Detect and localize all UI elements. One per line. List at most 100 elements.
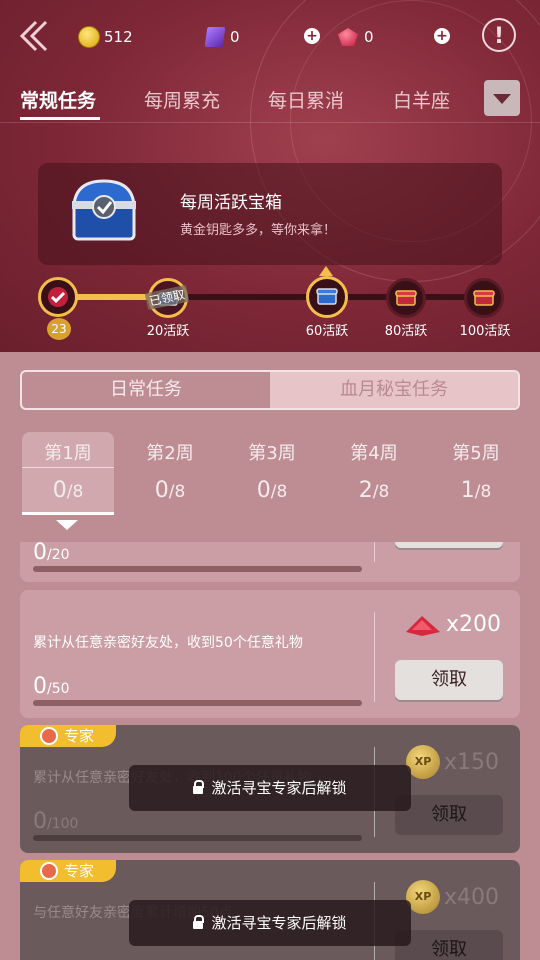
task-progress: 0/100 [33,809,78,834]
reward-amount: x200 [446,612,502,637]
task-progress-bar [33,835,362,841]
week-done: 2 [358,478,373,503]
claim-button[interactable]: 领取 [395,930,503,960]
week-name: 第4周 [350,443,398,464]
week-tab-4[interactable]: 第4周 2/8 [328,432,420,514]
week-name: 第5周 [452,443,500,464]
chest-description: 黄金钥匙多多，等你来拿！ [180,223,337,238]
red-chest-icon [395,290,417,306]
task-reward: XP x150 [406,745,499,779]
reward-amount: x400 [444,884,500,910]
week-total: /8 [474,482,492,502]
week-name: 第2周 [146,443,194,464]
task-list[interactable]: 0/20 领取 累计从任意亲密好友处，收到50个任意礼物 0/50 x200 领… [0,542,540,960]
add-red-button[interactable]: + [434,28,450,44]
treasure-chest-icon [72,179,136,241]
lock-icon [193,780,205,794]
week-total: /8 [270,482,288,502]
purple-resource: 0 [204,26,240,48]
lock-icon [193,915,205,929]
red-resource: 0 [338,26,374,48]
milestone-100[interactable] [464,278,504,318]
task-progress-done: 0 [33,674,47,699]
claim-button[interactable]: 领取 [395,660,503,700]
week-total: /8 [66,482,84,502]
check-icon [48,287,68,307]
gold-resource: 512 [78,26,133,48]
current-activity-marker [38,277,78,317]
weekly-chest-card[interactable]: 每周活跃宝箱 黄金钥匙多多，等你来拿！ [38,163,502,265]
task-reward: XP x400 [406,880,499,914]
expert-tag: 专家 [20,860,116,882]
milestone-60[interactable] [306,276,348,318]
current-activity-badge: 23 [47,318,71,340]
active-week-underline [22,512,114,515]
active-tab-underline [20,117,100,120]
lock-message: 激活寻宝专家后解锁 [211,779,347,797]
purple-amount: 0 [230,28,240,46]
task-item: 0/20 领取 [20,542,520,582]
task-item: 累计从任意亲密好友处，收到50个任意礼物 0/50 x200 领取 [20,590,520,718]
task-progress-done: 0 [33,542,47,565]
divider [22,467,114,468]
divider [374,542,375,562]
medal-icon [40,727,58,745]
week-name: 第3周 [248,443,296,464]
expert-tag-label: 专家 [64,862,95,880]
week-tab-5[interactable]: 第5周 1/8 [430,432,522,514]
milestone-label: 60活跃 [305,324,349,339]
task-progress: 0/20 [33,542,70,565]
task-progress: 0/50 [33,674,70,699]
week-progress: 0/8 [22,478,114,503]
red-amount: 0 [364,28,374,46]
chest-title: 每周活跃宝箱 [180,193,282,213]
blue-chest-icon [316,288,338,305]
xp-icon: XP [406,745,440,779]
tab-regular-tasks[interactable]: 常规任务 [20,86,96,113]
week-tab-2[interactable]: 第2周 0/8 [124,432,216,514]
task-description: 累计从任意亲密好友处，收到50个任意礼物 [33,635,303,651]
week-total: /8 [168,482,186,502]
task-progress-bar [33,566,362,572]
category-tabs: 常规任务 每周累充 每日累消 白羊座 [0,80,540,124]
claim-button[interactable]: 领取 [395,542,503,548]
week-name: 第1周 [44,443,92,464]
red-chest-icon [473,290,495,306]
segment-blood-moon-tasks[interactable]: 血月秘宝任务 [270,372,518,408]
status-bar: 512 0 + 0 + ! [0,0,540,76]
medal-icon [40,862,58,880]
milestone-label: 80活跃 [384,324,428,339]
info-icon[interactable]: ! [482,18,516,52]
week-done: 0 [154,478,169,503]
week-tab-3[interactable]: 第3周 0/8 [226,432,318,514]
reward-amount: x150 [444,749,500,775]
task-progress-goal: /50 [47,681,70,697]
gold-coin-icon [78,26,100,48]
add-purple-button[interactable]: + [304,28,320,44]
tabs-dropdown-button[interactable] [484,80,520,116]
locked-overlay: 激活寻宝专家后解锁 [129,900,411,946]
active-week-pointer [56,520,78,530]
divider [0,122,540,123]
divider [374,612,375,702]
segment-daily-tasks[interactable]: 日常任务 [22,372,270,408]
back-icon[interactable] [16,18,52,54]
week-progress: 1/8 [430,478,522,503]
purple-ticket-icon [204,27,226,47]
tab-daily-spend[interactable]: 每日累消 [268,86,344,113]
week-total: /8 [372,482,390,502]
expert-tag: 专家 [20,725,116,747]
lock-message: 激活寻宝专家后解锁 [211,914,347,932]
claim-button[interactable]: 领取 [395,795,503,835]
red-gem-icon [338,28,358,46]
task-progress-goal: /20 [47,547,70,563]
task-item-locked: 专家 累计从任意亲密好友处，收到100个任意礼物 0/100 XP x150 领… [20,725,520,853]
milestone-80[interactable] [386,278,426,318]
week-tab-1[interactable]: 第1周 0/8 [22,432,114,514]
task-progress-goal: /100 [47,816,79,832]
milestone-label: 100活跃 [459,324,511,339]
tab-aries[interactable]: 白羊座 [393,86,450,113]
expert-tag-label: 专家 [64,727,95,745]
tab-weekly-recharge[interactable]: 每周累充 [144,86,220,113]
milestone-label: 20活跃 [146,324,190,339]
